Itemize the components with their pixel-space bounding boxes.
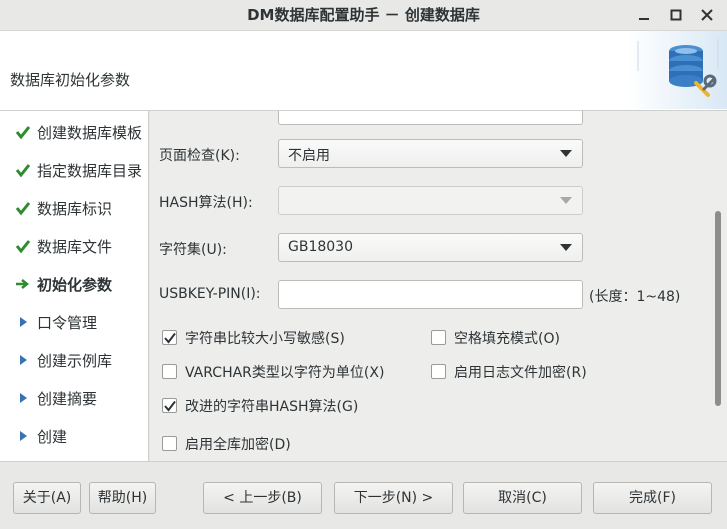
next-button[interactable]: 下一步(N) > — [334, 482, 453, 514]
about-button[interactable]: 关于(A) — [13, 482, 81, 514]
sidebar-item-password[interactable]: 口令管理 — [0, 303, 148, 341]
sidebar-item-template[interactable]: 创建数据库模板 — [0, 113, 148, 151]
close-icon[interactable] — [699, 7, 715, 23]
prev-button[interactable]: < 上一步(B) — [203, 482, 322, 514]
usbkey-length-hint: (长度：1~48) — [589, 289, 681, 305]
sidebar-item-init-params[interactable]: 初始化参数 — [0, 265, 148, 303]
sidebar-item-create[interactable]: 创建 — [0, 417, 148, 455]
window-titlebar: DM数据库配置助手 － 创建数据库 — [0, 0, 727, 31]
dropdown-arrow-icon — [560, 150, 572, 157]
wizard-footer: 关于(A) 帮助(H) < 上一步(B) 下一步(N) > 取消(C) 完成(F… — [0, 461, 727, 529]
triangle-right-icon — [15, 314, 31, 330]
page-title: 数据库初始化参数 — [10, 71, 131, 89]
charset-value: GB18030 — [288, 239, 353, 255]
params-panel: 页面检查(K): 不启用 HASH算法(H): 字符集(U): GB18030 … — [150, 111, 727, 461]
sidebar-item-identity[interactable]: 数据库标识 — [0, 189, 148, 227]
charset-label: 字符集(U): — [159, 242, 227, 258]
maximize-icon[interactable] — [668, 7, 684, 23]
arrow-right-icon — [15, 276, 31, 292]
sidebar-item-sample-db[interactable]: 创建示例库 — [0, 341, 148, 379]
checkmark-icon — [15, 238, 31, 254]
steps-sidebar: 创建数据库模板 指定数据库目录 数据库标识 数据库文件 初始化参数 口令管理 创… — [0, 111, 149, 461]
sidebar-item-label: 创建示例库 — [37, 352, 113, 370]
checkbox-label: 字符串比较大小写敏感(S) — [185, 331, 345, 347]
checkbox-label: VARCHAR类型以字符为单位(X) — [185, 365, 385, 381]
sidebar-item-label: 创建数据库模板 — [37, 124, 143, 142]
window-title: DM数据库配置助手 － 创建数据库 — [247, 6, 480, 24]
dropdown-arrow-icon — [560, 244, 572, 251]
sidebar-item-label: 数据库标识 — [37, 200, 113, 218]
usbkey-label: USBKEY-PIN(I): — [159, 286, 261, 302]
checkmark-icon — [15, 124, 31, 140]
hash-algo-label: HASH算法(H): — [159, 195, 253, 211]
help-button[interactable]: 帮助(H) — [89, 482, 156, 514]
checkbox-box[interactable] — [431, 330, 446, 345]
checkbox-label: 启用全库加密(D) — [185, 437, 291, 453]
checkbox-label: 启用日志文件加密(R) — [454, 365, 587, 381]
vertical-scrollbar[interactable] — [706, 111, 727, 461]
page-header: 数据库初始化参数 — [0, 31, 727, 111]
sidebar-item-label: 初始化参数 — [37, 276, 113, 294]
sidebar-item-label: 指定数据库目录 — [37, 162, 143, 180]
checkbox-box[interactable] — [162, 436, 177, 451]
sidebar-item-files[interactable]: 数据库文件 — [0, 227, 148, 265]
dropdown-arrow-icon — [560, 197, 572, 204]
usbkey-input[interactable] — [278, 280, 583, 309]
checkbox-label: 空格填充模式(O) — [454, 331, 560, 347]
clipped-input[interactable] — [278, 111, 583, 125]
triangle-right-icon — [15, 428, 31, 444]
sidebar-item-label: 数据库文件 — [37, 238, 113, 256]
triangle-right-icon — [15, 390, 31, 406]
checkbox-box[interactable] — [162, 398, 177, 413]
sidebar-item-label: 创建摘要 — [37, 390, 98, 408]
hash-algo-select[interactable] — [278, 186, 583, 215]
scrollbar-thumb[interactable] — [715, 211, 721, 406]
checkbox-box[interactable] — [431, 364, 446, 379]
sidebar-item-label: 创建 — [37, 428, 68, 446]
database-settings-icon — [628, 31, 727, 109]
page-check-label: 页面检查(K): — [159, 148, 240, 164]
cancel-button[interactable]: 取消(C) — [463, 482, 582, 514]
page-check-value: 不启用 — [288, 148, 330, 164]
checkmark-icon — [15, 200, 31, 216]
sidebar-item-directory[interactable]: 指定数据库目录 — [0, 151, 148, 189]
page-check-select[interactable]: 不启用 — [278, 139, 583, 168]
sidebar-item-summary[interactable]: 创建摘要 — [0, 379, 148, 417]
sidebar-item-label: 口令管理 — [37, 314, 98, 332]
checkmark-icon — [15, 162, 31, 178]
finish-button[interactable]: 完成(F) — [593, 482, 712, 514]
triangle-right-icon — [15, 352, 31, 368]
checkbox-box[interactable] — [162, 364, 177, 379]
checkbox-label: 改进的字符串HASH算法(G) — [185, 399, 359, 415]
checkbox-box[interactable] — [162, 330, 177, 345]
minimize-icon[interactable] — [636, 7, 652, 23]
charset-select[interactable]: GB18030 — [278, 233, 583, 262]
